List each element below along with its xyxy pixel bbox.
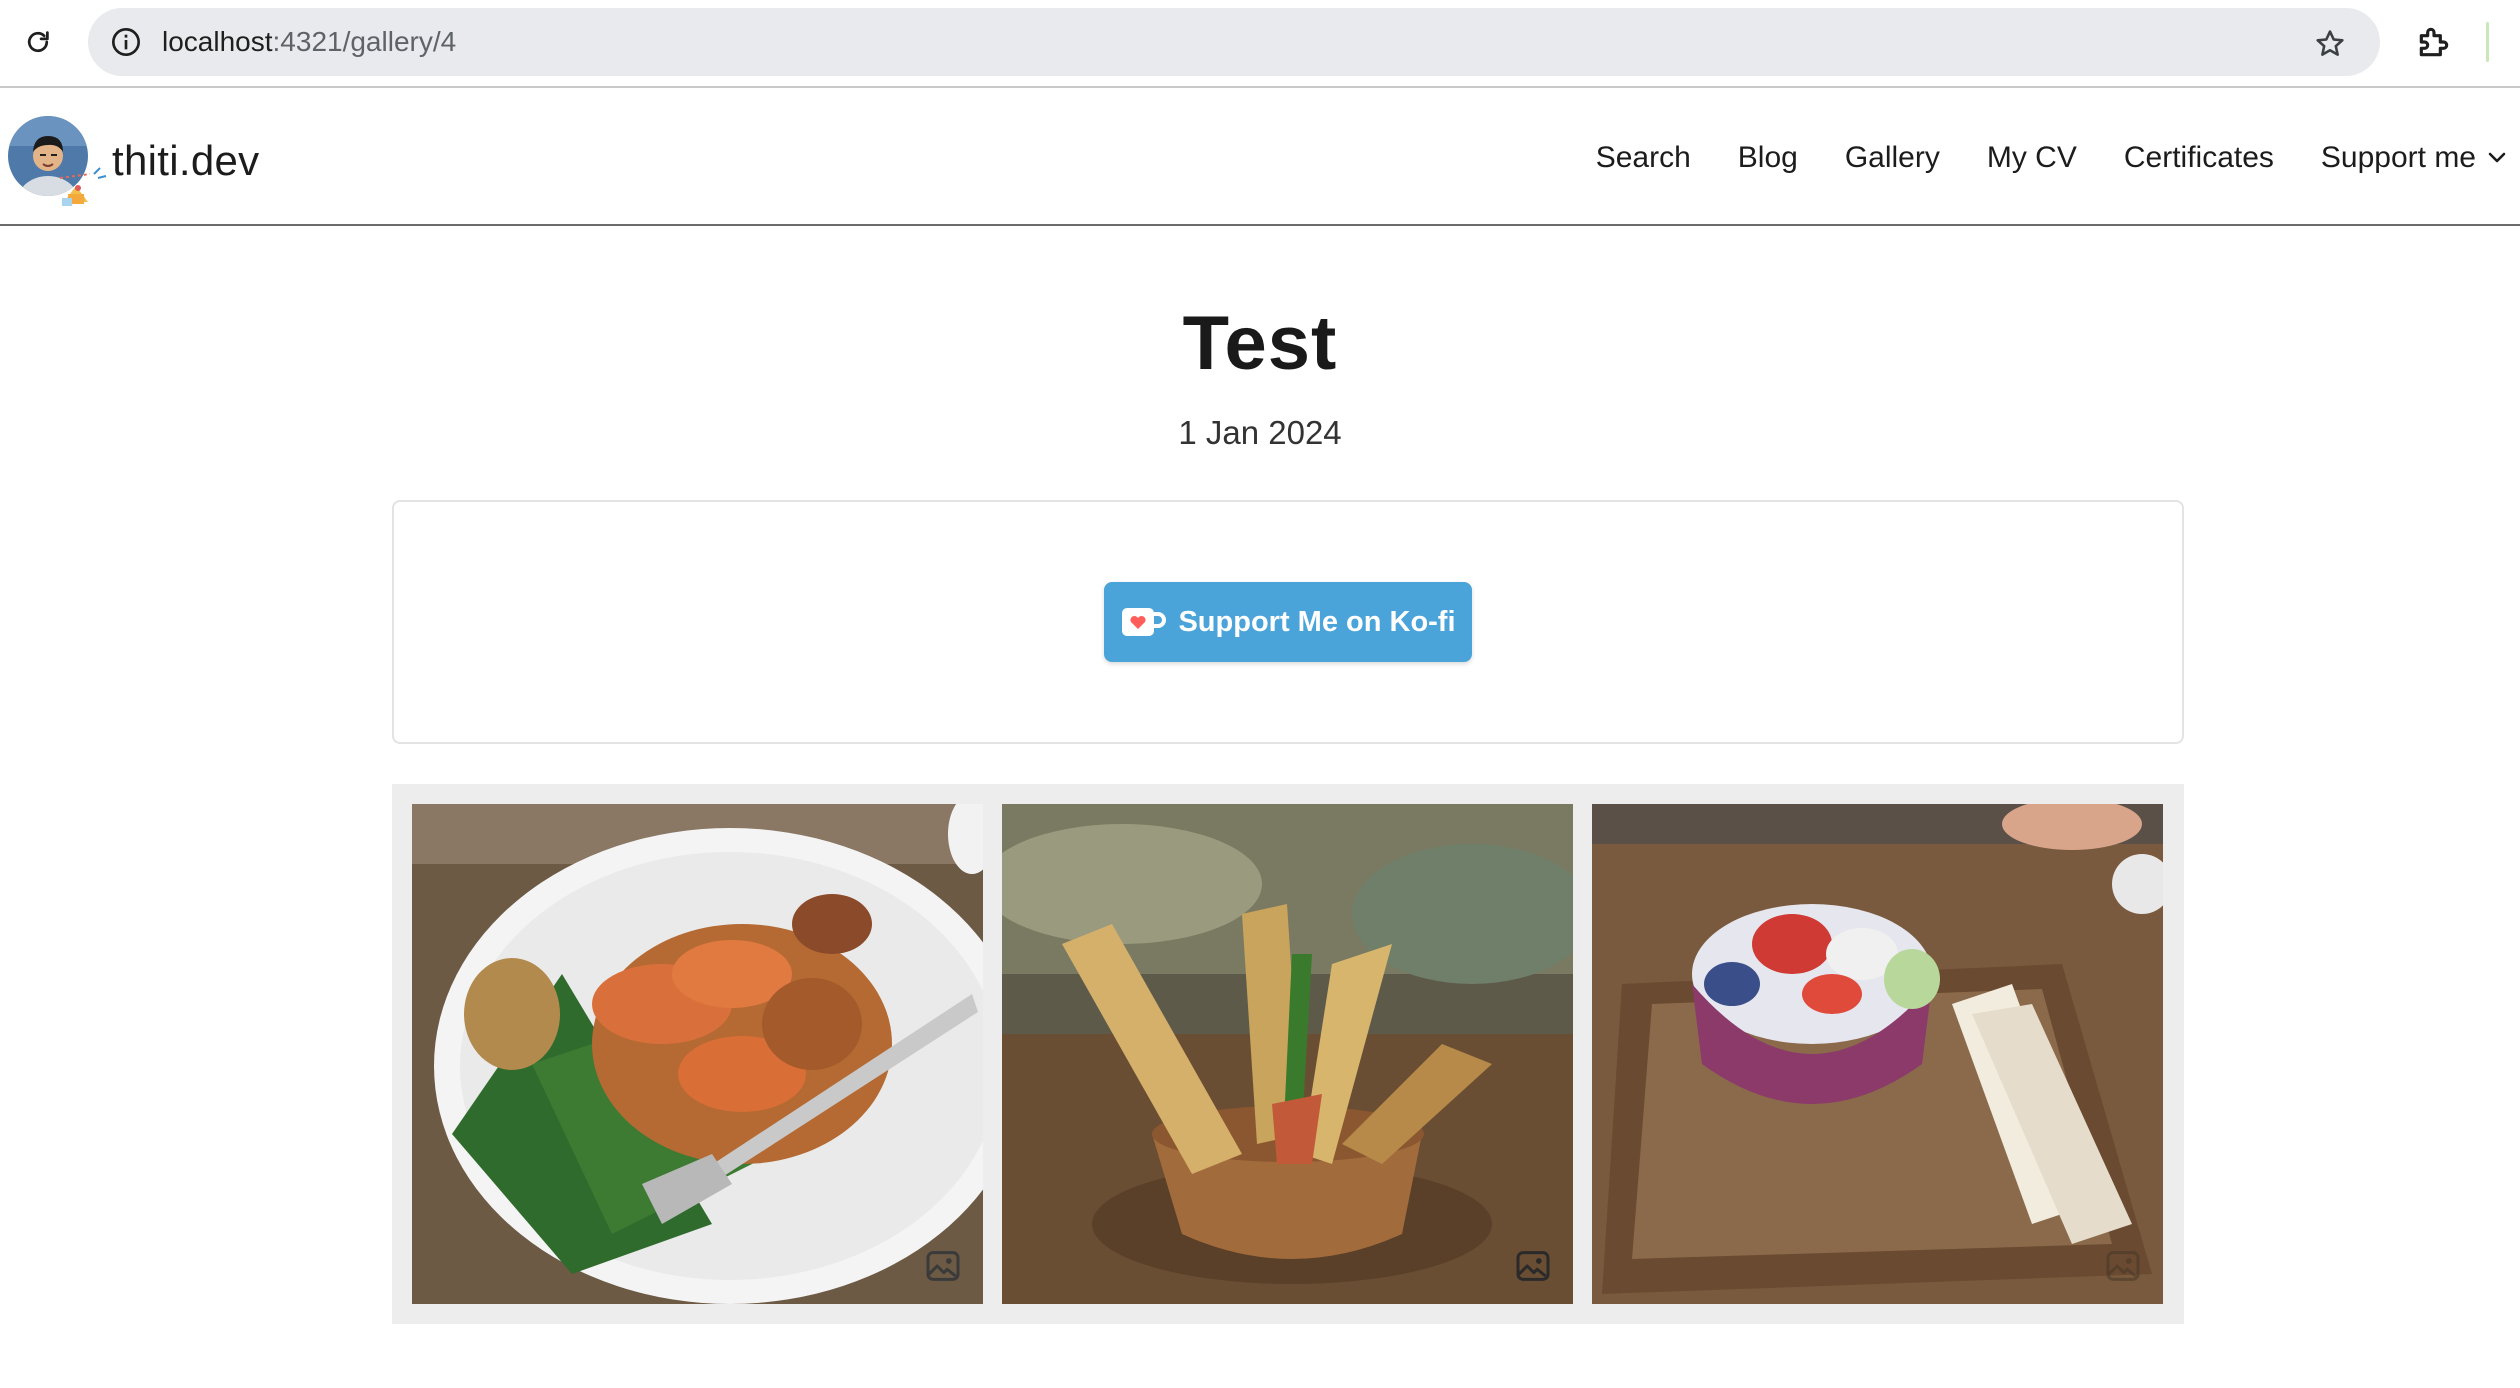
brand-name: thiti.dev <box>112 137 260 184</box>
url-host: localhost <box>162 26 273 57</box>
kofi-cup-icon <box>1120 605 1167 639</box>
nav-certificates[interactable]: Certificates <box>2124 141 2274 175</box>
nav-search[interactable]: Search <box>1596 141 1691 175</box>
site-info-icon[interactable] <box>104 20 148 64</box>
photo-gallery <box>392 784 2184 1324</box>
page-title: Test <box>1182 301 1338 386</box>
bookmark-star-icon[interactable] <box>2310 24 2350 64</box>
kofi-support-button[interactable]: Support Me on Ko-fi <box>1104 582 1472 662</box>
extensions-puzzle-icon[interactable] <box>2412 20 2456 64</box>
kofi-button-label: Support Me on Ko-fi <box>1178 605 1456 638</box>
nav-gallery[interactable]: Gallery <box>1845 141 1940 175</box>
toolbar-divider <box>2486 22 2489 62</box>
main-nav: Search Blog Gallery My CV Certificates S… <box>1596 130 2520 186</box>
image-icon <box>1516 1251 1550 1281</box>
gallery-photo[interactable] <box>1002 804 1573 1304</box>
nav-support-me[interactable]: Support me <box>2321 141 2520 175</box>
site-header: thiti.dev Search Blog Gallery My CV Cert… <box>0 90 2520 226</box>
gallery-photo[interactable] <box>1592 804 2163 1304</box>
image-icon <box>926 1251 960 1281</box>
gallery-photo[interactable] <box>412 804 983 1304</box>
nav-blog[interactable]: Blog <box>1738 141 1798 175</box>
address-bar[interactable]: localhost:4321/gallery/4 <box>88 8 2380 76</box>
nav-support-me-label: Support me <box>2320 141 2476 174</box>
chevron-down-icon <box>2488 152 2506 164</box>
brand-home-link[interactable]: thiti.dev <box>8 116 259 206</box>
avatar <box>8 116 108 206</box>
browser-toolbar: localhost:4321/gallery/4 <box>0 0 2520 88</box>
image-icon <box>2106 1251 2140 1281</box>
reload-icon[interactable] <box>18 22 58 62</box>
url-path: :4321/gallery/4 <box>272 26 457 57</box>
page-date: 1 Jan 2024 <box>1178 414 1342 451</box>
nav-my-cv[interactable]: My CV <box>1987 141 2077 175</box>
url-text[interactable]: localhost:4321/gallery/4 <box>162 8 456 76</box>
